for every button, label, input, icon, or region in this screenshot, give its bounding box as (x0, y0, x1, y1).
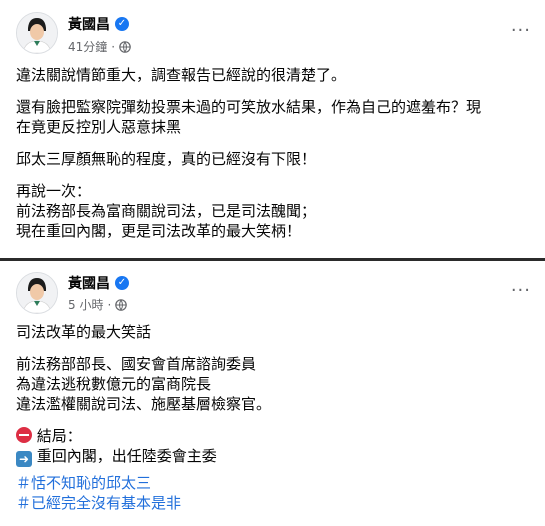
outcome-line: 重回內閣，出任陸委會主委 (36, 447, 217, 465)
outcome-title: 結局： (36, 427, 82, 445)
verified-badge-icon: ✓ (115, 276, 129, 290)
paragraph: 邱太三厚顏無恥的程度，真的已經沒有下限！ (16, 150, 317, 168)
verified-badge-icon: ✓ (115, 17, 129, 31)
more-options-icon[interactable]: ··· (511, 22, 531, 40)
no-entry-icon (16, 427, 32, 443)
hashtag-link[interactable]: ＃恬不知恥的邱太三 (16, 474, 151, 492)
paragraph: 還有臉把監察院彈劾投票未過的可笑放水結果，作為自己的遮羞布？現 在竟更反控別人惡… (16, 98, 482, 136)
author-name[interactable]: 黃國昌 (68, 14, 110, 34)
post-body: 違法關說情節重大，調查報告已經說的很清楚了。 還有臉把監察院彈劾投票未過的可笑放… (16, 65, 529, 241)
post-time[interactable]: 41分鐘 (68, 38, 107, 55)
more-options-icon[interactable]: ··· (511, 282, 531, 300)
avatar[interactable] (16, 12, 58, 54)
post-body: 司法改革的最大笑話 前法務部部長、國安會首席諮詢委員 為違法逃稅數億元的富商院長… (16, 322, 529, 513)
hashtag-link[interactable]: ＃已經完全沒有基本是非 (16, 494, 181, 512)
right-arrow-icon: ➜ (16, 451, 32, 467)
post-time[interactable]: 5 小時 (68, 296, 103, 313)
outcome: 結局： ➜ 重回內閣，出任陸委會主委 (16, 426, 529, 467)
hashtags: ＃恬不知恥的邱太三 ＃已經完全沒有基本是非 (16, 473, 529, 513)
post-2: 黃國昌 ✓ 5 小時 · ··· 司法改革的最大笑話 前法務部部長、國安會首席諮… (0, 262, 545, 526)
paragraph: 再說一次： 前法務部長為富商關說司法，已是司法醜聞； 現在重回內閣，更是司法改革… (16, 182, 317, 240)
avatar[interactable] (16, 272, 58, 314)
paragraph: 司法改革的最大笑話 (16, 323, 152, 341)
globe-icon (119, 40, 131, 53)
post-divider (0, 258, 545, 261)
paragraph: 違法關說情節重大，調查報告已經說的很清楚了。 (16, 66, 347, 84)
post-1: 黃國昌 ✓ 41分鐘 · ··· 違法關說情節重大，調查報告已經說的很清楚了。 … (0, 0, 545, 258)
separator-dot: · (111, 39, 116, 54)
author-name[interactable]: 黃國昌 (68, 273, 110, 293)
globe-icon (115, 298, 128, 311)
paragraph: 前法務部部長、國安會首席諮詢委員 為違法逃稅數億元的富商院長 違法濫權關說司法、… (16, 355, 272, 413)
separator-dot: · (107, 297, 112, 312)
